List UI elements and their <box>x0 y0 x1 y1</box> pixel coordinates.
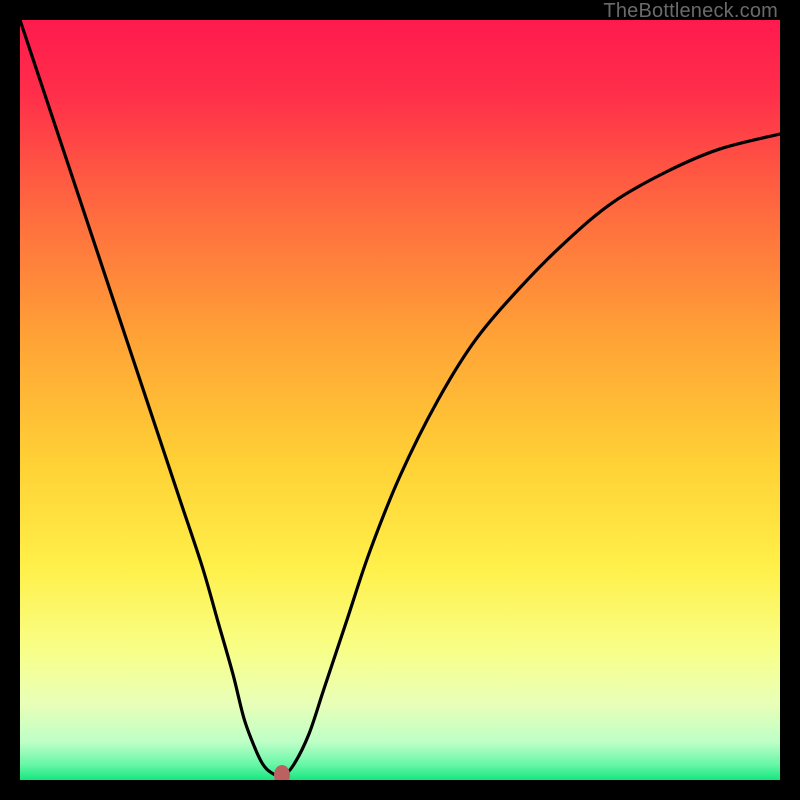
chart-stage: TheBottleneck.com <box>0 0 800 800</box>
plot-area <box>20 20 780 780</box>
bottleneck-curve <box>20 20 780 780</box>
minimum-marker-icon <box>274 765 290 780</box>
